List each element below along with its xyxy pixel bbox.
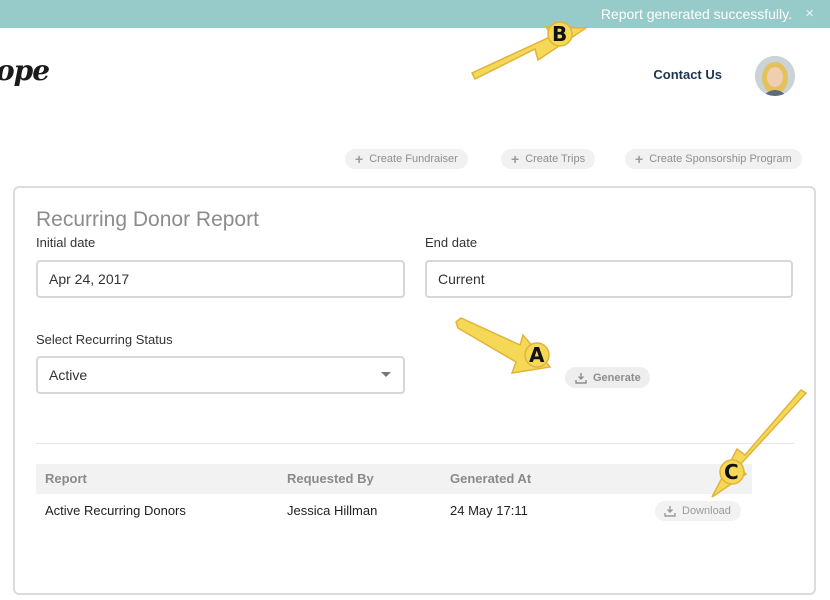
callout-b: B — [552, 22, 568, 46]
contact-us-link[interactable]: Contact Us — [653, 67, 722, 82]
column-header-requested-by: Requested By — [287, 471, 374, 486]
generate-button[interactable]: Generate — [565, 367, 650, 388]
arrow-b-icon — [470, 26, 589, 81]
status-value: Active — [49, 367, 88, 383]
avatar-image — [755, 56, 795, 96]
end-date-field[interactable]: Current — [425, 260, 793, 298]
create-fundraiser-button[interactable]: + Create Fundraiser — [345, 149, 468, 169]
download-button[interactable]: Download — [655, 501, 741, 521]
cell-generated-at: 24 May 17:11 — [450, 503, 528, 518]
divider — [36, 443, 794, 444]
toast-message: Report generated successfully. — [600, 6, 792, 22]
cell-requested-by: Jessica Hillman — [287, 503, 378, 518]
page-title: Recurring Donor Report — [36, 208, 259, 231]
callout-a: A — [529, 343, 545, 367]
create-fundraiser-label: Create Fundraiser — [369, 153, 458, 165]
download-label: Download — [682, 505, 731, 517]
column-header-generated-at: Generated At — [450, 471, 532, 486]
create-sponsorship-button[interactable]: + Create Sponsorship Program — [625, 149, 802, 169]
create-sponsorship-label: Create Sponsorship Program — [649, 153, 792, 165]
initial-date-label: Initial date — [36, 235, 96, 250]
logo[interactable]: ope — [0, 54, 50, 87]
plus-icon: + — [635, 151, 644, 167]
create-trips-label: Create Trips — [525, 153, 586, 165]
callout-c: C — [724, 460, 739, 484]
end-date-label: End date — [425, 235, 478, 250]
cell-report: Active Recurring Donors — [45, 503, 186, 518]
plus-icon: + — [511, 151, 520, 167]
close-icon[interactable]: × — [805, 5, 814, 22]
create-trips-button[interactable]: + Create Trips — [501, 149, 596, 169]
download-icon — [575, 372, 587, 384]
chevron-down-icon — [381, 372, 391, 377]
table-header — [36, 464, 752, 494]
avatar[interactable] — [755, 56, 795, 96]
generate-label: Generate — [593, 371, 641, 384]
status-label: Select Recurring Status — [36, 332, 173, 347]
initial-date-field[interactable]: Apr 24, 2017 — [36, 260, 405, 298]
column-header-report: Report — [45, 471, 87, 486]
success-toast: Report generated successfully. × — [0, 0, 830, 28]
status-select[interactable]: Active — [36, 356, 405, 394]
download-icon — [664, 506, 676, 517]
plus-icon: + — [355, 151, 364, 167]
